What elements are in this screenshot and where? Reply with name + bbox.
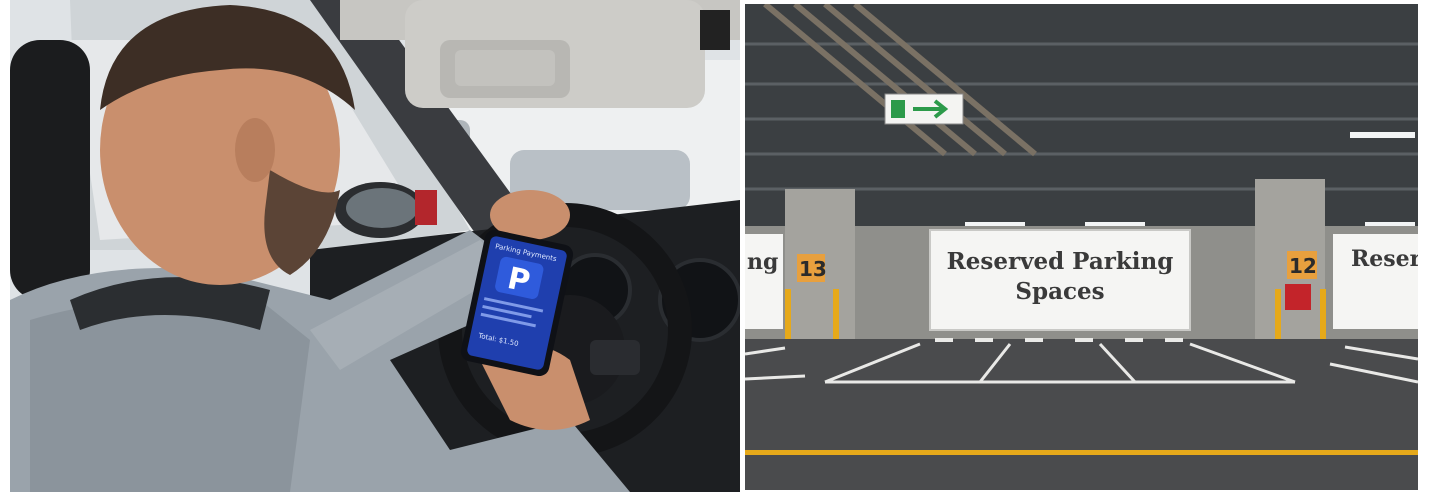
sun-visor xyxy=(405,0,705,108)
exit-sign xyxy=(884,93,964,125)
image-collage: Parking Payments P Total: $1.50 13 12 Re… xyxy=(0,0,1433,492)
pillar-number-13: 13 xyxy=(799,257,827,281)
driver-with-phone-photo: Parking Payments P Total: $1.50 xyxy=(10,0,740,492)
parking-garage-photo: 13 12 Reserved Parking Spaces ng Reser xyxy=(745,4,1418,490)
right-partial-sign: Reser xyxy=(1333,234,1418,329)
reserved-parking-sign: Reserved Parking Spaces xyxy=(929,229,1191,331)
sign-line-2: Spaces xyxy=(1015,278,1104,305)
car-interior-scene: Parking Payments P Total: $1.50 xyxy=(10,0,740,492)
left-partial-sign: ng xyxy=(745,234,783,329)
sign-line-1: Reserved Parking xyxy=(947,248,1174,275)
pillar-number-12: 12 xyxy=(1289,254,1317,278)
svg-text:Reser: Reser xyxy=(1351,246,1418,272)
svg-text:ng: ng xyxy=(747,249,778,275)
garage-scene: 13 12 Reserved Parking Spaces ng Reser xyxy=(745,4,1418,490)
